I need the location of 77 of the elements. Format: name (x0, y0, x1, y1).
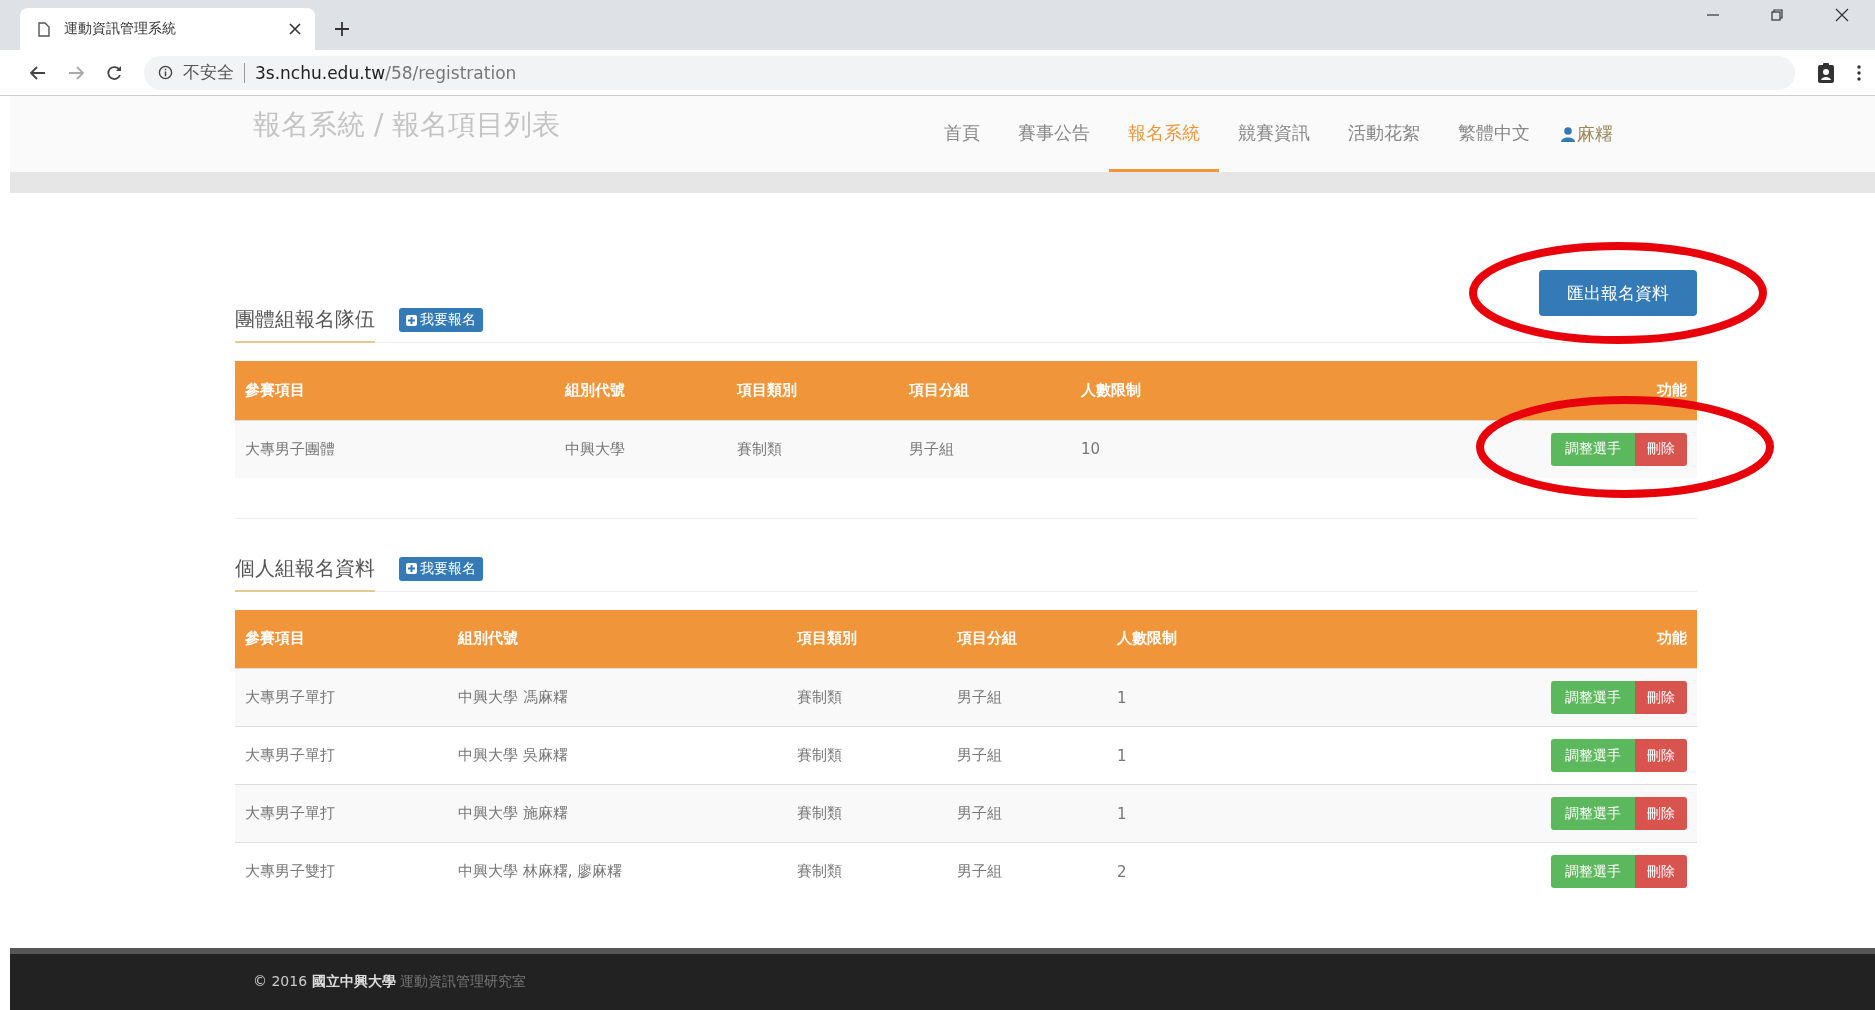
user-link[interactable]: 麻糬 (1549, 96, 1625, 172)
menu-icon[interactable] (1857, 64, 1861, 81)
table-cell: 大專男子單打 (245, 746, 335, 764)
table-cell: 中興大學 (565, 439, 625, 458)
reload-icon[interactable] (106, 64, 122, 81)
address-bar[interactable]: 不安全 3s.nchu.edu.tw/58/registration (144, 55, 1795, 90)
plus-icon (406, 563, 417, 574)
register-button[interactable]: 我要報名 (399, 308, 483, 332)
nav-link[interactable]: 競賽資訊 (1219, 96, 1329, 172)
table-cell: 1 (1117, 746, 1127, 765)
column-header: 功能 (1657, 380, 1687, 399)
back-icon[interactable] (30, 65, 46, 80)
table-cell: 賽制類 (797, 862, 842, 880)
restore-icon[interactable] (1771, 9, 1783, 21)
table-cell: 男子組 (957, 746, 1002, 764)
table-cell: 大專男子單打 (245, 688, 335, 706)
column-header: 項目分組 (909, 380, 969, 399)
plus-icon (406, 314, 417, 326)
edit-players-button[interactable]: 調整選手 (1551, 432, 1635, 466)
table-cell: 賽制類 (797, 746, 842, 764)
table-cell: 中興大學 施麻糬 (458, 804, 568, 822)
edit-players-button[interactable]: 調整選手 (1551, 681, 1635, 714)
table-cell: 中興大學 林麻糬, 廖麻糬 (458, 862, 623, 880)
edit-players-button[interactable]: 調整選手 (1551, 797, 1635, 830)
nav-link[interactable]: 賽事公告 (999, 96, 1109, 172)
delete-button[interactable]: 刪除 (1635, 681, 1687, 714)
table-cell: 賽制類 (737, 439, 782, 458)
delete-button[interactable]: 刪除 (1635, 432, 1687, 466)
tab-title: 運動資訊管理系統 (64, 20, 177, 38)
section-title: 團體組報名隊伍 (235, 298, 375, 343)
column-header: 項目分組 (957, 629, 1017, 648)
url-text: 3s.nchu.edu.tw/58/registration (255, 62, 517, 83)
close-icon[interactable] (289, 23, 301, 35)
table-cell: 大專男子雙打 (245, 862, 335, 880)
table-cell: 1 (1117, 804, 1127, 823)
profile-icon[interactable] (1817, 61, 1835, 84)
delete-button[interactable]: 刪除 (1635, 855, 1687, 888)
close-icon[interactable] (1835, 8, 1849, 22)
table-cell: 2 (1117, 862, 1127, 881)
table-cell: 10 (1081, 440, 1101, 458)
table-cell: 男子組 (957, 688, 1002, 706)
delete-button[interactable]: 刪除 (1635, 797, 1687, 830)
column-header: 項目類別 (737, 380, 797, 399)
info-icon (158, 65, 173, 80)
column-header: 人數限制 (1117, 629, 1177, 648)
nav-link[interactable]: 首頁 (925, 96, 999, 172)
edit-players-button[interactable]: 調整選手 (1551, 855, 1635, 888)
column-header: 組別代號 (458, 629, 518, 648)
table-cell: 賽制類 (797, 688, 842, 706)
column-header: 功能 (1657, 629, 1687, 648)
table-cell: 賽制類 (797, 804, 842, 822)
column-header: 參賽項目 (245, 629, 305, 648)
column-header: 組別代號 (565, 380, 625, 399)
footer-text: © 2016 國立中興大學 運動資訊管理研究室 (253, 973, 526, 991)
browser-tab[interactable]: 運動資訊管理系統 (20, 8, 315, 50)
table-cell: 1 (1117, 688, 1127, 707)
column-header: 人數限制 (1081, 380, 1141, 399)
user-icon (1561, 126, 1575, 142)
nav-link[interactable]: 繁體中文 (1439, 96, 1549, 172)
new-tab-icon[interactable] (335, 22, 349, 36)
column-header: 參賽項目 (245, 380, 305, 399)
table-cell: 男子組 (909, 439, 954, 458)
table-cell: 男子組 (957, 862, 1002, 880)
nav-link[interactable]: 活動花絮 (1329, 96, 1439, 172)
table-cell: 中興大學 吳麻糬 (458, 746, 568, 764)
page-icon (38, 21, 50, 37)
delete-button[interactable]: 刪除 (1635, 739, 1687, 772)
column-header: 項目類別 (797, 629, 857, 648)
export-button[interactable]: 匯出報名資料 (1539, 270, 1697, 316)
table-cell: 男子組 (957, 804, 1002, 822)
edit-players-button[interactable]: 調整選手 (1551, 739, 1635, 772)
security-label: 不安全 (183, 61, 234, 84)
table-cell: 大專男子團體 (245, 439, 335, 458)
table-cell: 中興大學 馮麻糬 (458, 688, 568, 706)
table-cell: 大專男子單打 (245, 804, 335, 822)
register-button[interactable]: 我要報名 (399, 556, 483, 581)
section-title: 個人組報名資料 (235, 546, 375, 592)
